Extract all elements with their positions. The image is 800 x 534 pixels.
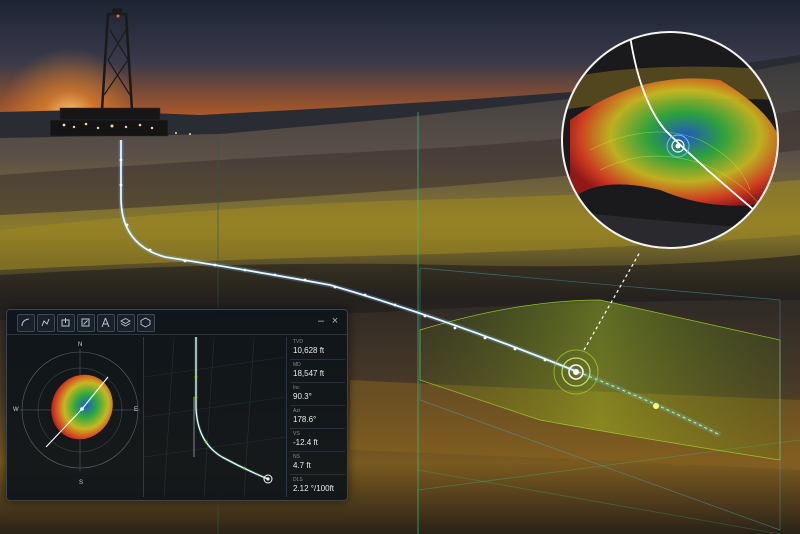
- path-icon: [41, 318, 50, 327]
- readout-value: 18,547 ft: [293, 369, 325, 378]
- export-icon: [61, 318, 70, 327]
- curve-icon: [21, 318, 30, 327]
- readout-md: MD 18,547 ft: [290, 360, 345, 383]
- trajectory-section-graphic: [143, 336, 287, 498]
- edit-icon: [81, 318, 90, 327]
- readout-inc: Inc 90.3°: [290, 383, 345, 406]
- edit-tool-button[interactable]: [77, 314, 95, 332]
- panel-toolbar: – ×: [7, 310, 347, 335]
- readout-label: VS: [293, 431, 300, 437]
- readout-label: Azi: [293, 408, 300, 414]
- compass-south-label: S: [79, 480, 84, 486]
- readout-label: MD: [293, 362, 301, 368]
- path-tool-button[interactable]: [37, 314, 55, 332]
- close-button[interactable]: ×: [329, 315, 341, 327]
- well-analysis-panel: – × N S E W TVD 10,628 ft MD 18,547 ft I…: [6, 309, 348, 501]
- stack-icon: [140, 317, 151, 328]
- readout-value: 10,628 ft: [293, 346, 325, 355]
- stage: – × N S E W TVD 10,628 ft MD 18,547 ft I…: [0, 0, 800, 534]
- layers-tool-button[interactable]: [117, 314, 135, 332]
- readout-label: NS: [293, 454, 300, 460]
- readout-azi: Azi 178.6°: [290, 406, 345, 429]
- trajectory-section-view[interactable]: [143, 336, 287, 498]
- readout-dls: DLS 2.12 °/100ft: [290, 475, 345, 497]
- readout-value: 4.7 ft: [293, 461, 311, 470]
- compass-west-label: W: [13, 407, 19, 413]
- compass-north-label: N: [78, 342, 83, 348]
- rig-icon: [101, 317, 110, 328]
- readout-ns: NS 4.7 ft: [290, 452, 345, 475]
- readout-vs: VS -12.4 ft: [290, 429, 345, 452]
- rig-tool-button[interactable]: [97, 314, 115, 332]
- readout-value: -12.4 ft: [293, 438, 318, 447]
- polar-plot-graphic: [20, 349, 140, 471]
- readout-label: TVD: [293, 339, 303, 345]
- readout-tvd: TVD 10,628 ft: [290, 337, 345, 360]
- readout-value: 2.12 °/100ft: [293, 484, 335, 493]
- readout-value: 90.3°: [293, 392, 312, 401]
- planned-target-marker: [653, 403, 659, 409]
- export-tool-button[interactable]: [57, 314, 75, 332]
- readout-value: 178.6°: [293, 415, 317, 424]
- polar-plot[interactable]: N S E W: [10, 337, 144, 497]
- readout-label: Inc: [293, 385, 300, 391]
- layers-icon: [120, 317, 131, 327]
- trajectory-tool-button[interactable]: [17, 314, 35, 332]
- compass-east-label: E: [134, 407, 139, 413]
- survey-readouts: TVD 10,628 ft MD 18,547 ft Inc 90.3° Azi…: [288, 337, 345, 498]
- minimize-button[interactable]: –: [315, 315, 327, 327]
- readout-label: DLS: [293, 477, 303, 483]
- stack-tool-button[interactable]: [137, 314, 155, 332]
